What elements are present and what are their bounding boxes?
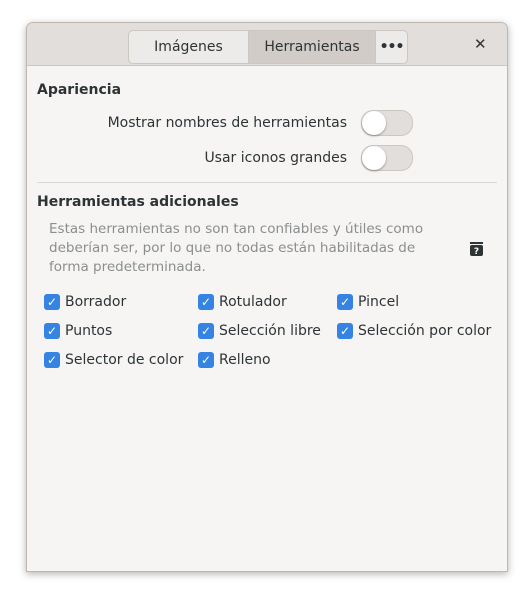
- preferences-window: Imágenes Herramientas ••• ✕ Apariencia M…: [26, 22, 508, 572]
- header-bar: Imágenes Herramientas ••• ✕: [27, 23, 507, 66]
- checkmark-icon[interactable]: ✓: [337, 294, 353, 310]
- tool-label: Pincel: [358, 294, 400, 310]
- tool-checkbox[interactable]: ✓ Relleno: [198, 352, 271, 368]
- big-icons-toggle[interactable]: [361, 145, 413, 171]
- tool-checkbox[interactable]: ✓ Pincel: [337, 294, 399, 310]
- tool-checkbox[interactable]: ✓ Selector de color: [44, 352, 183, 368]
- tool-label: Selector de color: [65, 352, 184, 368]
- checkmark-icon[interactable]: ✓: [44, 323, 60, 339]
- tool-label: Puntos: [65, 323, 113, 339]
- tab-images[interactable]: Imágenes: [129, 31, 248, 63]
- checkmark-icon[interactable]: ✓: [44, 294, 60, 310]
- big-icons-label: Usar iconos grandes: [204, 150, 347, 166]
- close-icon[interactable]: ✕: [474, 35, 487, 53]
- tool-label: Relleno: [219, 352, 271, 368]
- appearance-heading: Apariencia: [37, 82, 122, 98]
- separator: [37, 182, 497, 183]
- help-icon[interactable]: ?: [470, 242, 484, 256]
- tab-tools[interactable]: Herramientas: [248, 31, 375, 63]
- tab-switcher: Imágenes Herramientas •••: [128, 30, 408, 64]
- checkmark-icon[interactable]: ✓: [337, 323, 353, 339]
- tool-label: Borrador: [65, 294, 127, 310]
- tool-checkbox[interactable]: ✓ Selección libre: [198, 323, 321, 339]
- tool-checkbox[interactable]: ✓ Puntos: [44, 323, 112, 339]
- checkmark-icon[interactable]: ✓: [44, 352, 60, 368]
- more-icon[interactable]: •••: [375, 31, 407, 63]
- additional-tools-heading: Herramientas adicionales: [37, 194, 239, 210]
- tool-label: Selección libre: [219, 323, 321, 339]
- tool-label: Rotulador: [219, 294, 287, 310]
- show-names-label: Mostrar nombres de herramientas: [107, 115, 347, 131]
- tool-label: Selección por color: [358, 323, 492, 339]
- tool-checkbox[interactable]: ✓ Selección por color: [337, 323, 491, 339]
- svg-text:?: ?: [474, 247, 479, 256]
- checkmark-icon[interactable]: ✓: [198, 323, 214, 339]
- tool-checkbox[interactable]: ✓ Borrador: [44, 294, 126, 310]
- checkmark-icon[interactable]: ✓: [198, 294, 214, 310]
- checkmark-icon[interactable]: ✓: [198, 352, 214, 368]
- show-names-toggle[interactable]: [361, 110, 413, 136]
- tool-checkbox[interactable]: ✓ Rotulador: [198, 294, 287, 310]
- additional-tools-description: Estas herramientas no son tan confiables…: [49, 221, 424, 275]
